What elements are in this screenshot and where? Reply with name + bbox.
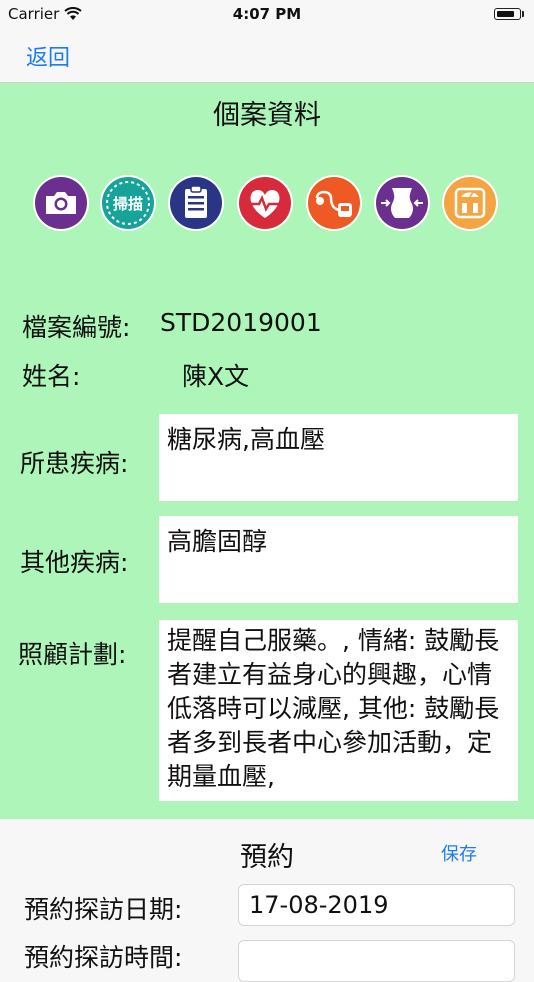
other-diseases-field[interactable]: 高膽固醇 [159,516,518,603]
diseases-field[interactable]: 糖尿病,高血壓 [159,414,518,501]
other-diseases-label: 其他疾病: [20,548,129,577]
clipboard-button[interactable] [167,174,225,232]
weight-scale-icon [442,175,498,231]
visit-time-input[interactable] [238,940,515,982]
waist-button[interactable] [373,174,431,232]
blood-pressure-icon [306,175,362,231]
scan-icon-text: 掃描 [113,195,143,213]
heart-rate-icon [237,175,293,231]
status-bar: Carrier 4:07 PM [0,0,534,30]
waist-icon [374,175,430,231]
name-value: 陳X文 [182,362,250,391]
file-number-value: STD2019001 [160,308,322,337]
weight-scale-button[interactable] [441,174,499,232]
case-info-panel: 個案資料 掃描 檔案編號: STD2019001 姓名: 陳X文 所患疾病: 糖… [0,83,534,819]
camera-icon [33,175,89,231]
diseases-label: 所患疾病: [20,449,129,478]
care-plan-label: 照顧計劃: [18,640,127,669]
scan-button[interactable]: 掃描 [99,174,157,232]
case-info-title: 個案資料 [213,100,321,131]
care-plan-field[interactable]: 提醒自己服藥。, 情緒: 鼓勵長者建立有益身心的興趣，心情低落時可以減壓, 其他… [159,620,518,801]
save-button[interactable]: 保存 [441,840,477,866]
battery-icon [494,8,521,20]
visit-date-input[interactable]: 17-08-2019 [238,884,515,926]
file-number-label: 檔案編號: [22,313,131,342]
clipboard-icon [168,175,224,231]
name-label: 姓名: [22,362,81,391]
camera-button[interactable] [32,174,90,232]
visit-time-label: 預約探訪時間: [24,943,183,972]
status-time: 4:07 PM [232,5,302,23]
blood-pressure-button[interactable] [305,174,363,232]
visit-date-label: 預約探訪日期: [24,895,183,924]
scan-icon: 掃描 [100,175,156,231]
heart-rate-button[interactable] [236,174,294,232]
back-button[interactable]: 返回 [26,40,70,72]
battery-tip [522,11,524,17]
navigation-bar: 返回 [0,30,534,83]
